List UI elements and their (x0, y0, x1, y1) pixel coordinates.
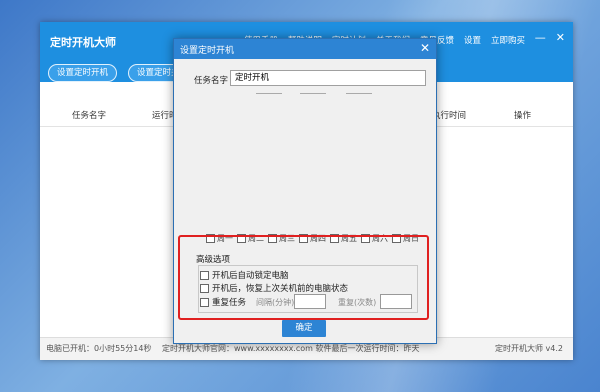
divider (346, 93, 372, 94)
ok-button[interactable]: 确定 (282, 320, 326, 337)
status-uptime: 电脑已开机：0小时55分14秒 (46, 344, 152, 353)
col-exec-time: 执行时间 (432, 111, 467, 121)
dialog-close-icon[interactable]: ✕ (420, 41, 430, 55)
divider (256, 93, 282, 94)
task-name-input[interactable] (230, 70, 426, 86)
task-name-label: 任务名字 (194, 76, 229, 86)
app-title: 定时开机大师 (50, 36, 116, 49)
menu-buy[interactable]: 立即购买 (491, 34, 525, 46)
menu-settings[interactable]: 设置 (464, 34, 481, 46)
set-poweron-button[interactable]: 设置定时开机 (48, 64, 118, 82)
close-icon[interactable]: ✕ (556, 31, 565, 44)
col-action: 操作 (514, 111, 532, 121)
dialog-title: 设置定时开机 (180, 46, 235, 56)
divider (300, 93, 326, 94)
status-version: 定时开机大师 v4.2 (495, 344, 563, 353)
minimize-icon[interactable]: — (535, 31, 546, 44)
highlight-box (178, 235, 429, 320)
col-task-name: 任务名字 (72, 111, 107, 121)
window-controls: — ✕ (535, 31, 565, 44)
dialog-titlebar: 设置定时开机 ✕ (174, 39, 436, 59)
